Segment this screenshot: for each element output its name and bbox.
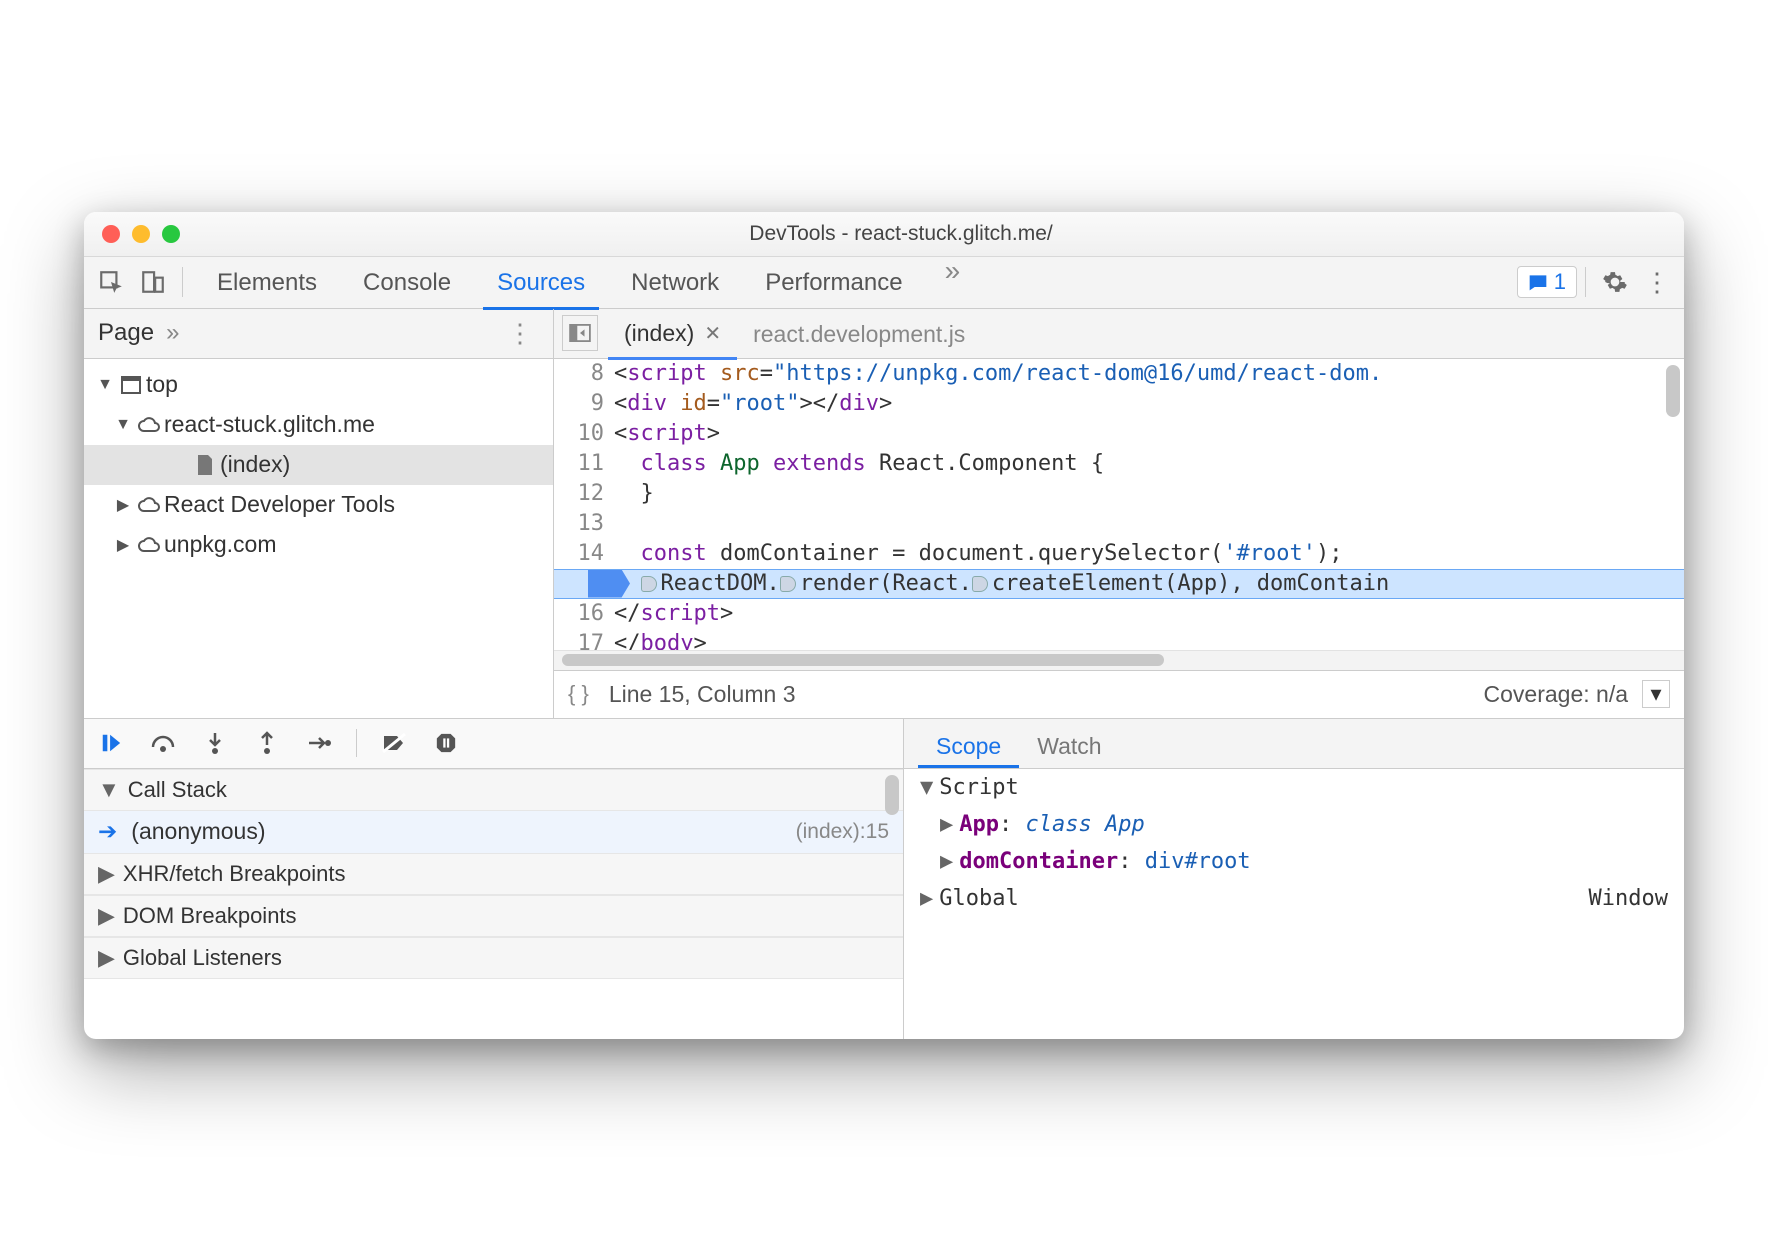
tab-performance[interactable]: Performance [751, 255, 916, 310]
section-global-listeners[interactable]: ▶Global Listeners [84, 937, 903, 979]
tab-sources[interactable]: Sources [483, 255, 599, 310]
scrollbar-horizontal[interactable] [562, 654, 1164, 666]
scope-global-label: Global [939, 886, 1018, 911]
coverage-status: Coverage: n/a [1484, 681, 1628, 708]
tree-label: unpkg.com [164, 531, 277, 558]
more-tabs-icon[interactable]: » [935, 255, 971, 310]
zoom-window-button[interactable] [162, 225, 180, 243]
tree-label: (index) [220, 451, 290, 478]
code-lines: <script src="https://unpkg.com/react-dom… [614, 359, 1684, 650]
tree-label: top [146, 371, 178, 398]
step-over-icon[interactable] [148, 733, 178, 753]
sub-toolbar: Page » ⋮ (index) ✕ react.development.js [84, 309, 1684, 359]
issues-count: 1 [1554, 269, 1566, 295]
issues-badge[interactable]: 1 [1517, 266, 1577, 298]
current-frame-icon: ➔ [98, 818, 117, 845]
navigator-header: Page » ⋮ [84, 309, 554, 358]
separator [356, 729, 357, 757]
frame-icon [116, 376, 146, 394]
device-toolbar-icon[interactable] [132, 261, 174, 303]
code-editor: 89101112131415161718 <script src="https:… [554, 359, 1684, 718]
kebab-menu-icon[interactable]: ⋮ [1636, 261, 1678, 303]
separator [1585, 267, 1586, 297]
file-icon [190, 454, 220, 476]
file-tab-inactive[interactable]: react.development.js [737, 308, 981, 358]
devtools-window: DevTools - react-stuck.glitch.me/ Elemen… [84, 212, 1684, 1039]
step-out-icon[interactable] [252, 731, 282, 755]
scope-global-value: Window [1589, 886, 1668, 911]
traffic-lights [84, 225, 198, 243]
pretty-print-icon[interactable]: { } [568, 681, 589, 707]
tab-network[interactable]: Network [617, 255, 733, 310]
panel-tabs: Elements Console Sources Network Perform… [203, 255, 1517, 310]
frame-location: (index):15 [796, 820, 889, 844]
section-call-stack[interactable]: ▼Call Stack [84, 769, 903, 811]
more-navigator-tabs-icon[interactable]: » [166, 319, 179, 347]
separator [182, 267, 183, 297]
inspect-element-icon[interactable] [90, 261, 132, 303]
line-gutter: 89101112131415161718 [554, 359, 614, 650]
main-toolbar: Elements Console Sources Network Perform… [84, 257, 1684, 309]
tree-row-rdt[interactable]: ▶ React Developer Tools [84, 485, 553, 525]
tree-row-domain[interactable]: ▼ react-stuck.glitch.me [84, 405, 553, 445]
file-tab-label: react.development.js [753, 321, 965, 348]
section-title: XHR/fetch Breakpoints [123, 861, 346, 887]
navigator-menu-icon[interactable]: ⋮ [501, 318, 539, 349]
pause-on-exceptions-icon[interactable] [431, 732, 461, 754]
close-window-button[interactable] [102, 225, 120, 243]
section-title: Global Listeners [123, 945, 282, 971]
file-tab-label: (index) [624, 320, 694, 347]
section-title: DOM Breakpoints [123, 903, 297, 929]
call-stack-panel: ▼Call Stack ➔ (anonymous) (index):15 ▶XH… [84, 719, 904, 1039]
file-navigator: ▼ top ▼ react-stuck.glitch.me (index) ▶ … [84, 359, 554, 718]
cloud-icon [134, 497, 164, 513]
scope-panel: Scope Watch ▼Script ▶App: class App ▶dom… [904, 719, 1684, 1039]
section-xhr-breakpoints[interactable]: ▶XHR/fetch Breakpoints [84, 853, 903, 895]
tree-row-unpkg[interactable]: ▶ unpkg.com [84, 525, 553, 565]
tab-scope[interactable]: Scope [918, 719, 1019, 768]
tree-row-top[interactable]: ▼ top [84, 365, 553, 405]
close-tab-icon[interactable]: ✕ [704, 321, 721, 346]
file-tab-active[interactable]: (index) ✕ [608, 307, 737, 360]
scrollbar-vertical[interactable] [885, 775, 899, 815]
scrollbar-horizontal-track [554, 650, 1684, 670]
tab-watch[interactable]: Watch [1019, 719, 1119, 768]
cloud-icon [134, 417, 164, 433]
section-title: Call Stack [128, 777, 227, 803]
cloud-icon [134, 537, 164, 553]
settings-icon[interactable] [1594, 261, 1636, 303]
stack-frame[interactable]: ➔ (anonymous) (index):15 [84, 811, 903, 853]
scope-item-domcontainer[interactable]: ▶domContainer: div#root [904, 843, 1684, 880]
tab-console[interactable]: Console [349, 255, 465, 310]
scope-label: Script [939, 775, 1018, 800]
scope-tabs: Scope Watch [904, 719, 1684, 769]
statusbar-dropdown-icon[interactable]: ▾ [1642, 680, 1670, 708]
tree-row-index[interactable]: (index) [84, 445, 553, 485]
titlebar: DevTools - react-stuck.glitch.me/ [84, 212, 1684, 257]
tree-label: React Developer Tools [164, 491, 395, 518]
toggle-navigator-icon[interactable] [562, 315, 598, 351]
editor-tabs-bar: (index) ✕ react.development.js [554, 309, 1684, 358]
resume-icon[interactable] [96, 732, 126, 754]
minimize-window-button[interactable] [132, 225, 150, 243]
main-pane: ▼ top ▼ react-stuck.glitch.me (index) ▶ … [84, 359, 1684, 719]
scope-item-app[interactable]: ▶App: class App [904, 806, 1684, 843]
window-title: DevTools - react-stuck.glitch.me/ [198, 222, 1684, 246]
step-into-icon[interactable] [200, 731, 230, 755]
debugger-toolbar [84, 719, 903, 769]
editor-statusbar: { } Line 15, Column 3 Coverage: n/a ▾ [554, 670, 1684, 718]
navigator-tab-page[interactable]: Page [98, 319, 154, 347]
step-icon[interactable] [304, 733, 334, 753]
scope-script[interactable]: ▼Script [904, 769, 1684, 806]
cursor-position: Line 15, Column 3 [609, 681, 796, 708]
section-dom-breakpoints[interactable]: ▶DOM Breakpoints [84, 895, 903, 937]
scope-global[interactable]: ▶GlobalWindow [904, 880, 1684, 917]
tree-label: react-stuck.glitch.me [164, 411, 375, 438]
deactivate-breakpoints-icon[interactable] [379, 732, 409, 754]
tab-elements[interactable]: Elements [203, 255, 331, 310]
frame-name: (anonymous) [131, 818, 265, 845]
code-area[interactable]: 89101112131415161718 <script src="https:… [554, 359, 1684, 650]
debugger-pane: ▼Call Stack ➔ (anonymous) (index):15 ▶XH… [84, 719, 1684, 1039]
